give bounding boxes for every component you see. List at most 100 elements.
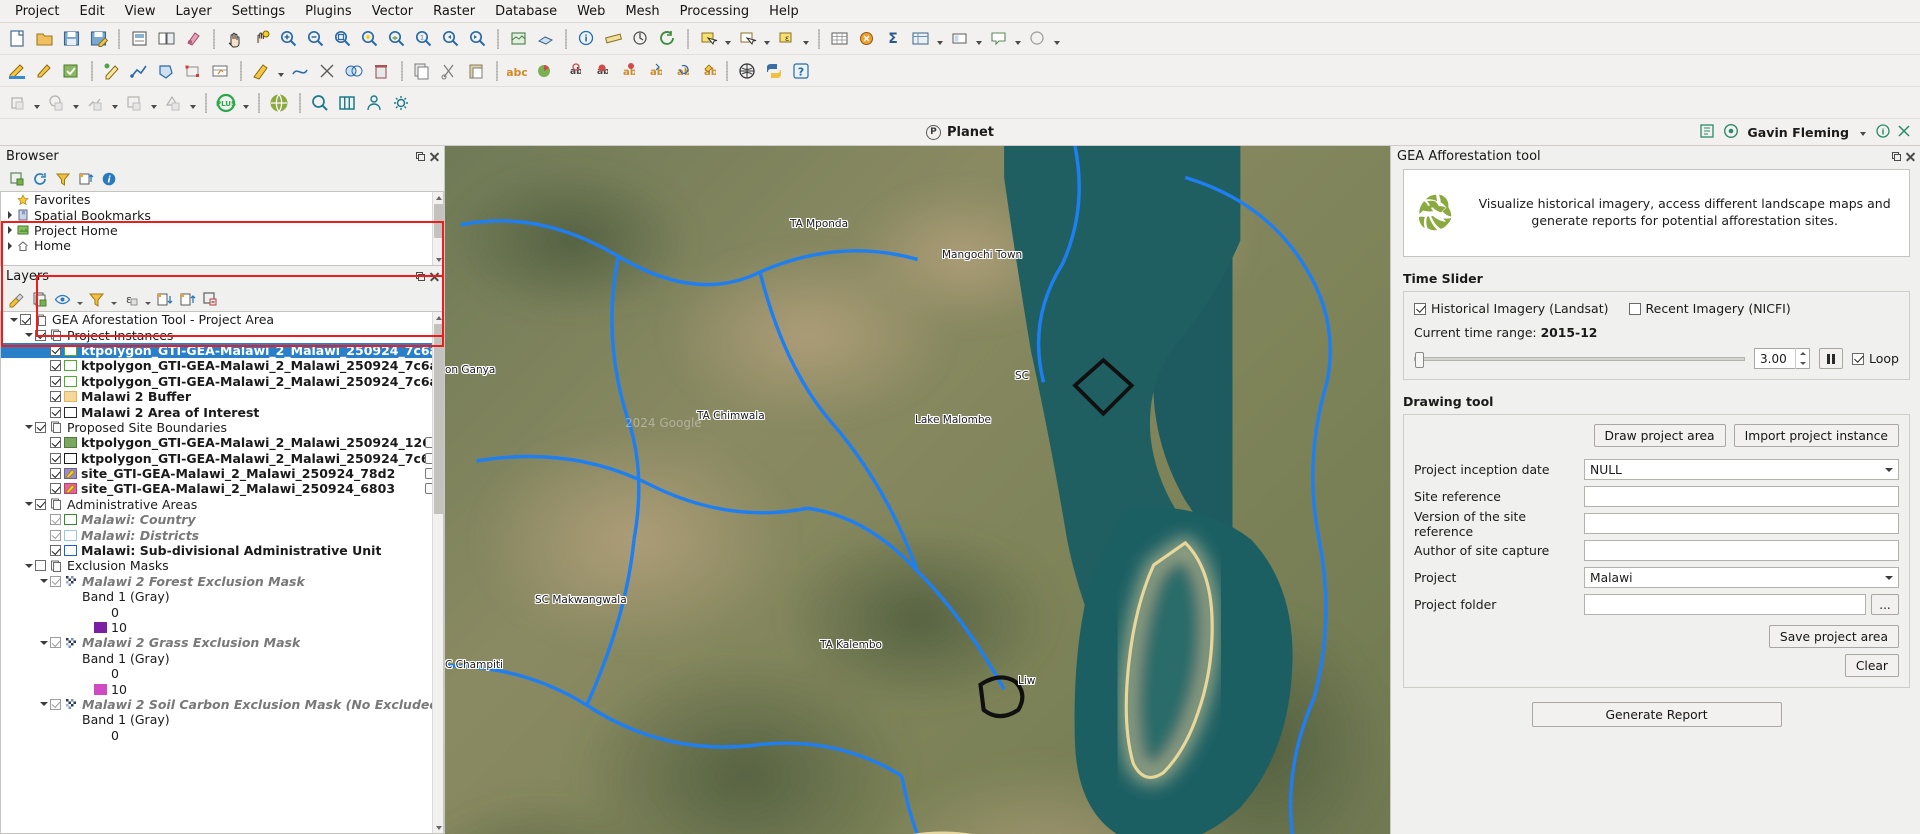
recent-imagery-checkbox[interactable]: Recent Imagery (NICFI) [1628,301,1791,316]
layer-visibility-checkbox[interactable] [20,314,31,326]
zoom-next-button[interactable] [464,26,490,52]
filter-legend-icon[interactable] [86,289,107,310]
select-by-expression-button[interactable]: ε [773,26,799,52]
menu-item-processing[interactable]: Processing [671,2,758,21]
chevron-down-icon[interactable] [1885,576,1893,580]
show-table-dropdown[interactable] [934,26,945,52]
highlight-pinned-labels-button[interactable]: ab [558,58,584,84]
bookmarks-button[interactable] [1024,26,1050,52]
layer-visibility-checkbox[interactable] [50,514,61,526]
layer-tree-row[interactable]: Malawi: Country [1,512,443,527]
layer-expander[interactable] [37,702,50,706]
merge-features-button[interactable] [341,58,367,84]
layers-close-icon[interactable] [429,271,440,282]
layer-tree-row[interactable]: Band 1 (Gray) [1,712,443,727]
python-console-button[interactable] [761,58,787,84]
browser-scroll-down-icon[interactable] [433,254,443,265]
refresh-map-button[interactable] [654,26,680,52]
help-button[interactable]: ? [788,58,814,84]
loop-check-icon[interactable] [1852,352,1865,365]
layer-visibility-checkbox[interactable] [50,437,61,449]
layer-tree-row[interactable]: Malawi 2 Grass Exclusion Mask [1,635,443,650]
field-combo[interactable]: NULL [1584,459,1899,480]
layer-expander[interactable] [22,564,35,568]
open-data-source-manager-button[interactable] [4,90,30,116]
recent-imagery-check-icon[interactable] [1628,302,1641,315]
zoom-native-button[interactable]: 1 [410,26,436,52]
data-source-dropdown[interactable] [31,90,42,116]
pin-labels-button[interactable]: ab [585,58,611,84]
layout-manager-button[interactable] [153,26,179,52]
layer-tree-row[interactable]: 10 [1,681,443,697]
layer-visibility-checkbox[interactable] [50,698,61,710]
annotation-dropdown[interactable] [1012,26,1023,52]
toggle-editing-button[interactable] [31,58,57,84]
layer-visibility-checkbox[interactable] [50,375,61,387]
pause-button[interactable] [1819,348,1844,369]
layer-visibility-checkbox[interactable] [50,575,61,587]
map-themes-dropdown[interactable] [75,289,84,310]
layer-tree-row[interactable]: Exclusion Masks [1,558,443,573]
zoom-out-button[interactable] [302,26,328,52]
select-by-expression-dropdown[interactable] [800,26,811,52]
delete-selected-button[interactable] [368,58,394,84]
menu-item-view[interactable]: View [116,2,165,21]
layer-tree-row[interactable]: site_GTI-GEA-Malawi_2_Malawi_250924_78d2 [1,466,443,481]
layer-expander[interactable] [7,318,20,322]
identify-features-button[interactable]: i [573,26,599,52]
layers-scrollbar[interactable] [432,312,443,833]
layer-tree-row[interactable]: ktpolygon_GTI-GEA-Malawi_2_Malawi_250924… [1,342,443,359]
layer-tree-row[interactable]: Band 1 (Gray) [1,651,443,666]
browser-scroll-thumb[interactable] [434,204,443,238]
layer-visibility-checkbox[interactable] [50,468,61,480]
layer-expander[interactable] [22,502,35,506]
layer-visibility-checkbox[interactable] [35,498,46,510]
open-project-button[interactable] [31,26,57,52]
layers-scroll-down-icon[interactable] [433,822,443,833]
gea-close-icon[interactable] [1905,151,1916,162]
layer-visibility-checkbox[interactable] [50,637,61,649]
book-icon[interactable] [334,90,360,116]
filter-legend-dropdown[interactable] [109,289,118,310]
split-features-button[interactable] [314,58,340,84]
add-feature-point-button[interactable] [99,58,125,84]
layer-tree-row[interactable]: 0 [1,666,443,681]
filter-expression-dropdown[interactable] [143,289,152,310]
browser-item[interactable]: Spatial Bookmarks [1,207,443,223]
layer-tree-row[interactable]: Malawi: Sub-divisional Administrative Un… [1,543,443,558]
layer-visibility-checkbox[interactable] [50,406,61,418]
layer-tree-row[interactable]: ktpolygon_GTI-GEA-Malawi_2_Malawi_250924… [1,374,443,389]
loop-checkbox[interactable]: Loop [1852,351,1899,366]
field-calculator-button[interactable] [853,26,879,52]
add-line-feature-button[interactable] [126,58,152,84]
filter-icon[interactable] [52,169,73,190]
reshape-features-button[interactable] [287,58,313,84]
collapse-all-icon[interactable] [177,289,198,310]
layer-tree-row[interactable]: ktpolygon_GTI-GEA-Malawi_2_Malawi_250924… [1,435,443,450]
add-group-icon[interactable] [29,289,50,310]
digitize-dropdown[interactable] [275,58,286,84]
plugin-dropdown[interactable] [240,90,251,116]
menu-item-raster[interactable]: Raster [424,2,484,21]
menu-item-settings[interactable]: Settings [223,2,294,21]
style-manager-button[interactable] [180,26,206,52]
add-polygon-feature-button[interactable] [153,58,179,84]
cut-features-button[interactable] [436,58,462,84]
historical-imagery-check-icon[interactable] [1414,302,1426,315]
add-delimited-text-button[interactable] [121,90,147,116]
menu-item-vector[interactable]: Vector [363,2,422,21]
georeferencer-button[interactable] [734,58,760,84]
open-layer-styling-icon[interactable] [6,289,27,310]
browser-expander[interactable] [3,242,16,250]
browser-item[interactable]: Home [1,238,443,253]
add-vector-dropdown[interactable] [70,90,81,116]
browser-item[interactable]: Project Home [1,223,443,238]
layer-tree-row[interactable]: ktpolygon_GTI-GEA-Malawi_2_Malawi_250924… [1,451,443,466]
layer-visibility-checkbox[interactable] [50,344,61,356]
layer-visibility-checkbox[interactable] [50,391,61,403]
field-input[interactable] [1584,513,1899,534]
add-delimited-dropdown[interactable] [148,90,159,116]
browser-expander[interactable] [3,226,16,234]
remove-layer-icon[interactable] [200,289,221,310]
rotate-label-button[interactable]: abc [666,58,692,84]
